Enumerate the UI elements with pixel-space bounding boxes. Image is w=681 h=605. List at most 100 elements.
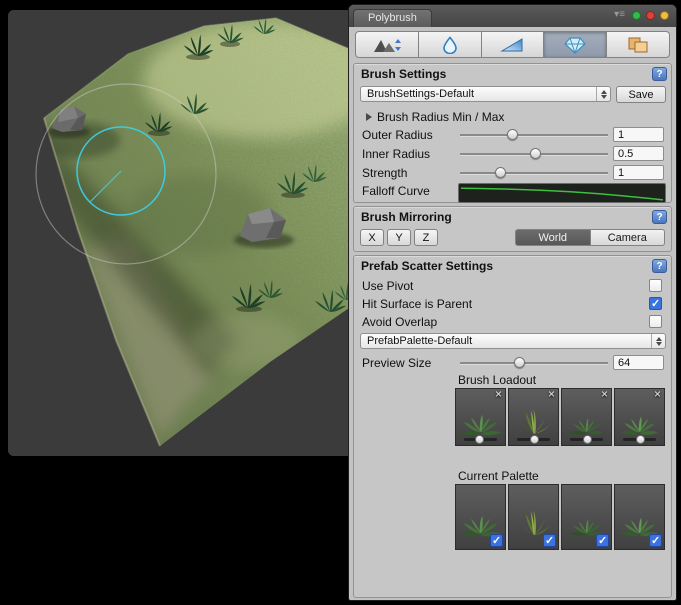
brush-preset-value: BrushSettings-Default — [367, 88, 474, 100]
use-pivot-row: Use Pivot — [354, 278, 671, 294]
palette-item[interactable] — [508, 484, 559, 550]
mini-slider-knob[interactable] — [583, 435, 592, 444]
help-icon[interactable]: ? — [652, 67, 667, 81]
remove-icon[interactable]: × — [548, 388, 555, 401]
radius-foldout-row[interactable]: Brush Radius Min / Max — [354, 109, 671, 125]
gem-icon — [563, 36, 587, 54]
scatter-mode-button[interactable] — [544, 31, 607, 58]
inner-radius-value[interactable]: 0.5 — [613, 146, 664, 161]
smooth-mode-button[interactable] — [419, 31, 482, 58]
strength-value[interactable]: 1 — [613, 165, 664, 180]
use-pivot-label: Use Pivot — [362, 279, 413, 293]
avoid-overlap-row: Avoid Overlap — [354, 314, 671, 330]
strength-slider[interactable] — [460, 165, 608, 181]
falloff-curve-field[interactable] — [458, 183, 666, 203]
slider-knob[interactable] — [514, 357, 525, 368]
palette-preset-value: PrefabPalette-Default — [367, 335, 472, 347]
prefab-scatter-group: Prefab Scatter Settings ? Use Pivot Hit … — [353, 255, 672, 598]
slider-track[interactable] — [460, 362, 608, 364]
texture-mode-button[interactable] — [607, 31, 670, 58]
slider-knob[interactable] — [495, 167, 506, 178]
panel-body: Brush Settings ? BrushSettings-Default S… — [349, 27, 676, 600]
mini-slider-knob[interactable] — [530, 435, 539, 444]
brush-preset-dropdown[interactable]: BrushSettings-Default — [360, 86, 611, 102]
palette-enabled-checkbox[interactable] — [490, 534, 503, 547]
preview-size-label: Preview Size — [362, 356, 431, 370]
slider-track[interactable] — [460, 134, 608, 136]
outer-radius-value[interactable]: 1 — [613, 127, 664, 142]
space-world-option[interactable]: World — [515, 229, 591, 246]
tab-polybrush[interactable]: Polybrush — [353, 9, 432, 27]
loadout-item[interactable]: × — [614, 388, 665, 446]
inner-radius-slider[interactable] — [460, 146, 608, 162]
strength-label: Strength — [362, 166, 407, 180]
mirror-space-segmented: World Camera — [515, 229, 665, 246]
mountain-icon — [372, 36, 402, 54]
window-menu-icon[interactable]: ▾≡ — [614, 10, 625, 20]
palette-enabled-checkbox[interactable] — [649, 534, 662, 547]
outer-radius-row: Outer Radius 1 — [354, 127, 671, 143]
remove-icon[interactable]: × — [654, 388, 661, 401]
loadout-weight-slider[interactable] — [517, 438, 550, 441]
dropdown-arrows-icon — [651, 334, 665, 348]
hit-surface-row: Hit Surface is Parent — [354, 296, 671, 312]
preview-size-slider[interactable] — [460, 355, 608, 371]
palette-enabled-checkbox[interactable] — [543, 534, 556, 547]
hit-surface-label: Hit Surface is Parent — [362, 297, 472, 311]
palette-item[interactable] — [455, 484, 506, 550]
scene-render — [8, 10, 352, 456]
sculpt-mode-button[interactable] — [355, 31, 419, 58]
help-icon[interactable]: ? — [652, 210, 667, 224]
paint-mode-button[interactable] — [482, 31, 545, 58]
polybrush-panel: Polybrush ▾≡ — [348, 4, 677, 601]
space-camera-option[interactable]: Camera — [591, 229, 666, 246]
slider-knob[interactable] — [530, 148, 541, 159]
falloff-row: Falloff Curve — [354, 183, 671, 201]
palette-item[interactable] — [561, 484, 612, 550]
mirror-x-button[interactable]: X — [360, 229, 384, 246]
dropdown-arrows-icon — [596, 87, 610, 101]
remove-icon[interactable]: × — [601, 388, 608, 401]
mirroring-row: X Y Z World Camera — [354, 229, 671, 246]
save-button[interactable]: Save — [616, 86, 666, 103]
loadout-item[interactable]: × — [455, 388, 506, 446]
window-minimize-icon[interactable] — [632, 11, 641, 20]
loadout-item[interactable]: × — [561, 388, 612, 446]
brush-loadout-label: Brush Loadout — [458, 373, 536, 387]
loadout-weight-slider[interactable] — [464, 438, 497, 441]
remove-icon[interactable]: × — [495, 388, 502, 401]
loadout-item[interactable]: × — [508, 388, 559, 446]
scene-view[interactable] — [8, 10, 352, 456]
brush-mirroring-title: Brush Mirroring — [361, 210, 452, 224]
palette-enabled-checkbox[interactable] — [596, 534, 609, 547]
slider-track[interactable] — [460, 172, 608, 174]
palette-preset-row: PrefabPalette-Default — [354, 333, 671, 349]
inner-radius-label: Inner Radius — [362, 147, 430, 161]
avoid-overlap-checkbox[interactable] — [649, 315, 662, 328]
outer-radius-slider[interactable] — [460, 127, 608, 143]
foldout-arrow-icon[interactable] — [366, 113, 372, 121]
preview-size-value[interactable]: 64 — [613, 355, 664, 370]
window-close-icon[interactable] — [646, 11, 655, 20]
falloff-curve — [459, 184, 665, 202]
preview-size-row: Preview Size 64 — [354, 355, 671, 371]
loadout-weight-slider[interactable] — [570, 438, 603, 441]
palette-item[interactable] — [614, 484, 665, 550]
brush-loadout-row: × × × — [455, 388, 667, 446]
outer-radius-label: Outer Radius — [362, 128, 433, 142]
hit-surface-checkbox[interactable] — [649, 297, 662, 310]
brush-settings-title: Brush Settings — [361, 67, 446, 81]
help-icon[interactable]: ? — [652, 259, 667, 273]
strength-row: Strength 1 — [354, 165, 671, 181]
window-maximize-icon[interactable] — [660, 11, 669, 20]
slider-knob[interactable] — [507, 129, 518, 140]
mini-slider-knob[interactable] — [475, 435, 484, 444]
mirror-y-button[interactable]: Y — [387, 229, 411, 246]
mirror-z-button[interactable]: Z — [414, 229, 438, 246]
texture-icon — [626, 36, 650, 54]
palette-preset-dropdown[interactable]: PrefabPalette-Default — [360, 333, 666, 349]
mini-slider-knob[interactable] — [636, 435, 645, 444]
use-pivot-checkbox[interactable] — [649, 279, 662, 292]
loadout-weight-slider[interactable] — [623, 438, 656, 441]
inner-radius-row: Inner Radius 0.5 — [354, 146, 671, 162]
